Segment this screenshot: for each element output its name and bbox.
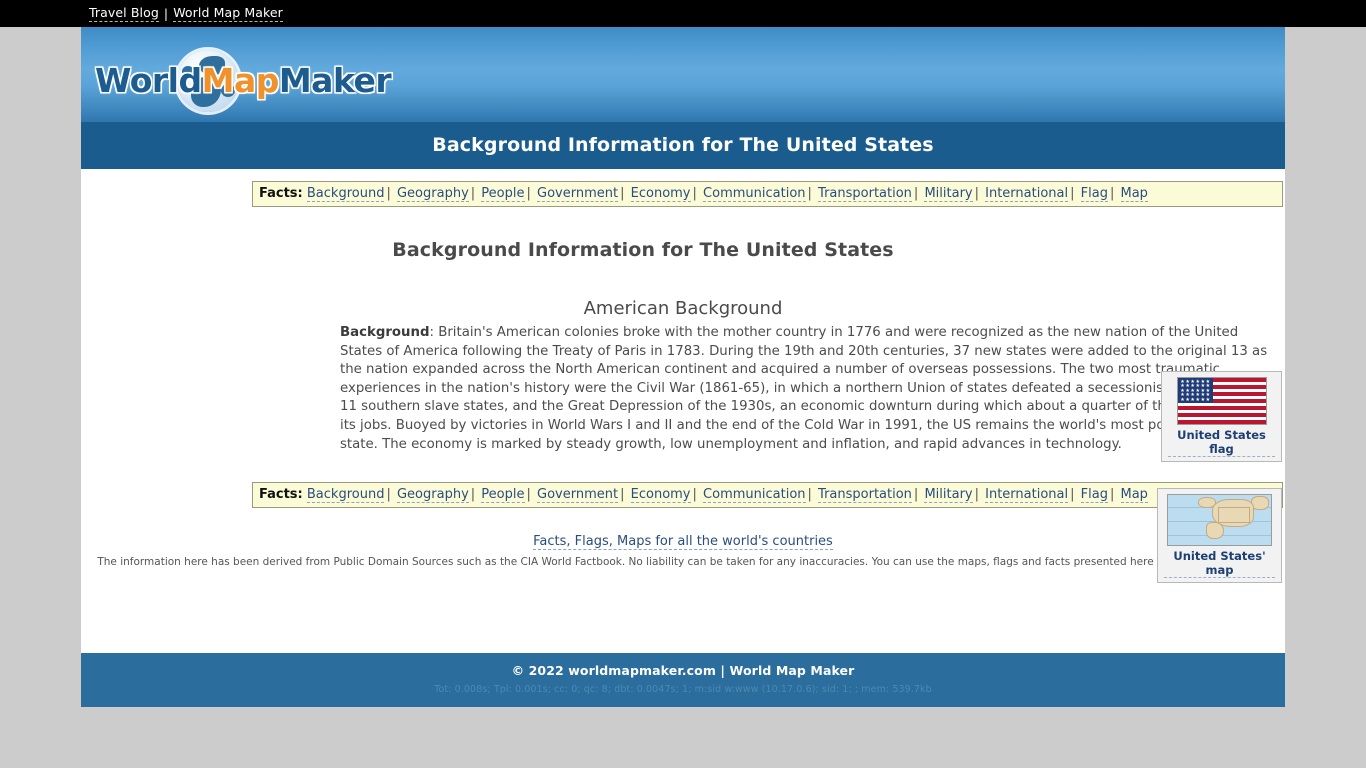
footer-link-row: Facts, Flags, Maps for all the world's c… [81, 534, 1285, 551]
facts-link-geography-bottom[interactable]: Geography [396, 487, 469, 504]
facts-link-military-bottom[interactable]: Military [924, 487, 973, 504]
page-container: WorldMapMaker Background Information for… [81, 27, 1285, 707]
nav-sep: | [470, 186, 476, 201]
nav-sep: | [620, 186, 625, 201]
facts-link-international[interactable]: International [985, 186, 1069, 202]
logo-text: WorldMapMaker [95, 61, 392, 100]
background-paragraph: Background: Britain's American colonies … [81, 324, 1285, 454]
united-states-flag-icon: ★★★★★★ ★★★★★★ ★★★★★★ ★★★★★★ ★★★★★★ [1176, 377, 1267, 425]
facts-link-international-bottom[interactable]: International [985, 487, 1069, 504]
facts-link-people-bottom[interactable]: People [481, 487, 525, 504]
main-content: Facts: Background | Geography | People | Go… [81, 181, 1285, 653]
facts-link-transportation-bottom[interactable]: Transportation [818, 487, 912, 504]
nav-sep: | [1070, 487, 1075, 503]
facts-link-communication[interactable]: Communication [703, 186, 806, 202]
site-footer: © 2022 worldmapmaker.com | World Map Mak… [81, 653, 1285, 707]
flag-canton: ★★★★★★ ★★★★★★ ★★★★★★ ★★★★★★ ★★★★★★ [1177, 378, 1213, 403]
top-link-separator: | [163, 6, 169, 21]
nav-sep: | [974, 186, 979, 201]
nav-sep: | [620, 487, 625, 503]
top-link-world-map-maker[interactable]: World Map Maker [173, 5, 283, 22]
page-heading: Background Information for The United St… [392, 239, 894, 261]
nav-sep: | [1109, 186, 1115, 201]
facts-link-background[interactable]: Background [306, 186, 385, 202]
nav-sep: | [913, 487, 919, 503]
top-navigation-bar: Travel Blog | World Map Maker [0, 0, 1366, 27]
united-states-map-icon [1167, 494, 1272, 546]
nav-sep: | [807, 487, 812, 503]
facts-link-military[interactable]: Military [924, 186, 973, 202]
nav-sep: | [913, 186, 919, 201]
disclaimer-text: The information here has been derived fr… [97, 556, 1269, 569]
background-paragraph-separator: : [429, 325, 439, 340]
nav-sep: | [526, 487, 531, 503]
facts-link-economy[interactable]: Economy [630, 186, 691, 202]
facts-link-flag[interactable]: Flag [1080, 186, 1108, 202]
footer-link-facts-flags-maps[interactable]: Facts, Flags, Maps for all the world's c… [533, 534, 833, 551]
facts-link-map-bottom[interactable]: Map [1120, 487, 1148, 504]
facts-link-background-bottom[interactable]: Background [306, 487, 385, 504]
map-thumbnail-caption[interactable]: United States' map [1164, 549, 1275, 578]
facts-link-geography[interactable]: Geography [396, 186, 469, 202]
background-paragraph-label: Background [340, 325, 430, 340]
page-title-banner: Background Information for The United St… [81, 122, 1285, 169]
background-paragraph-text: Britain's American colonies broke with t… [340, 325, 1278, 452]
map-thumbnail-box[interactable]: United States' map [1157, 488, 1282, 583]
facts-link-economy-bottom[interactable]: Economy [630, 487, 691, 504]
site-banner: WorldMapMaker [81, 27, 1285, 122]
facts-navigation-bottom: Facts: Background | Geography | People | Go… [252, 482, 1283, 509]
facts-link-transportation[interactable]: Transportation [818, 186, 912, 202]
nav-sep: | [974, 487, 979, 503]
nav-sep: | [526, 186, 531, 201]
nav-sep: | [692, 186, 697, 201]
nav-sep: | [692, 487, 697, 503]
nav-sep: | [1109, 487, 1115, 503]
nav-sep: | [1070, 186, 1075, 201]
facts-label: Facts: [259, 186, 303, 201]
flag-thumbnail-box[interactable]: ★★★★★★ ★★★★★★ ★★★★★★ ★★★★★★ ★★★★★★ Unite… [1161, 371, 1282, 462]
section-heading: American Background [583, 298, 783, 319]
nav-sep: | [386, 186, 391, 201]
nav-sep: | [386, 487, 391, 503]
facts-link-government-bottom[interactable]: Government [537, 487, 619, 504]
logo-text-world: World [95, 61, 202, 100]
facts-link-people[interactable]: People [481, 186, 525, 202]
facts-link-flag-bottom[interactable]: Flag [1080, 487, 1108, 504]
facts-label: Facts: [259, 487, 303, 503]
facts-navigation-top: Facts: Background | Geography | People | Go… [252, 181, 1283, 207]
nav-sep: | [807, 186, 812, 201]
nav-sep: | [470, 487, 476, 503]
footer-debug-stats: Tot: 0.008s; Tpl: 0.001s; cc: 0; qc: 8; … [434, 684, 932, 695]
logo-text-maker: Maker [278, 61, 392, 100]
logo-text-map: Map [201, 61, 280, 100]
footer-copyright: © 2022 worldmapmaker.com | World Map Mak… [511, 663, 855, 678]
facts-link-map[interactable]: Map [1120, 186, 1148, 202]
top-link-travel-blog[interactable]: Travel Blog [89, 5, 159, 22]
flag-thumbnail-caption[interactable]: United States flag [1168, 428, 1275, 457]
site-logo[interactable]: WorldMapMaker [95, 50, 392, 112]
facts-link-communication-bottom[interactable]: Communication [703, 487, 806, 504]
facts-link-government[interactable]: Government [537, 186, 619, 202]
